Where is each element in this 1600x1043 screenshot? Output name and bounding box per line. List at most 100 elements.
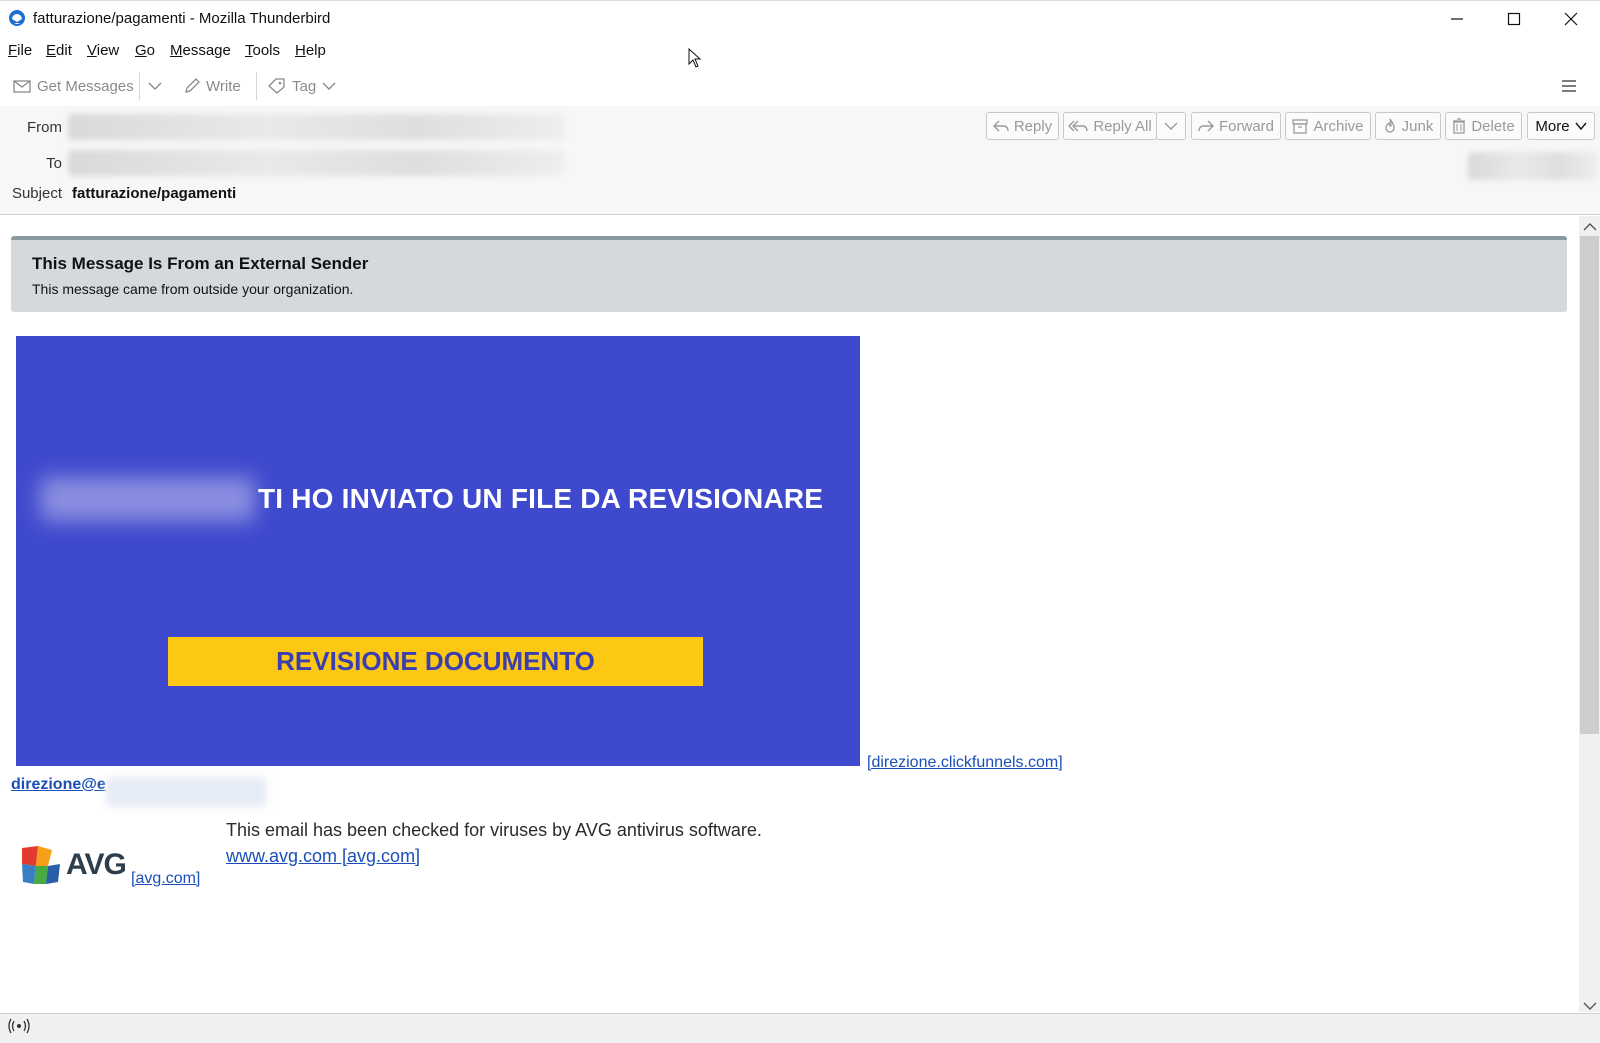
hero-link[interactable]: [direzione.clickfunnels.com] — [867, 754, 1063, 772]
minimize-icon — [1451, 18, 1463, 20]
external-sender-banner — [11, 236, 1567, 312]
chevron-up-icon — [1583, 223, 1597, 231]
flame-icon — [1385, 118, 1395, 133]
trash-icon — [1453, 118, 1466, 134]
menu-tools-label: ools — [252, 42, 281, 59]
menu-view-label: iew — [96, 42, 120, 59]
menu-bar — [0, 38, 1600, 66]
archive-icon — [1292, 119, 1309, 134]
tag-button[interactable]: Tag — [268, 74, 336, 98]
menu-go-accel: G — [135, 42, 147, 59]
get-messages-button[interactable]: Get Messages — [13, 74, 134, 98]
menu-file-label: ile — [17, 42, 33, 59]
email-redacted — [106, 777, 266, 807]
to-label: To — [46, 155, 62, 172]
hero-headline: TI HO INVIATO UN FILE DA REVISIONARE — [258, 483, 824, 514]
toolbar-separator — [139, 72, 140, 100]
subject-value: fatturazione/pagamenti — [72, 185, 237, 202]
menu-tools[interactable]: Tools — [245, 42, 280, 59]
chevron-down-icon — [148, 82, 162, 90]
status-bar — [0, 1013, 1600, 1043]
revisione-documento-button[interactable]: REVISIONE DOCUMENTO — [168, 637, 703, 686]
thunderbird-app-icon — [9, 10, 25, 26]
reply-all-dropdown[interactable] — [1156, 112, 1186, 140]
to-value-redacted — [68, 150, 564, 176]
more-button[interactable]: More — [1527, 112, 1595, 140]
from-label: From — [27, 119, 62, 136]
reply-all-icon — [1068, 120, 1089, 132]
menu-edit[interactable]: Edit — [46, 42, 72, 59]
write-button[interactable]: Write — [184, 74, 241, 98]
menu-view[interactable]: View — [87, 42, 119, 59]
online-status-icon[interactable] — [8, 1018, 30, 1037]
archive-button[interactable]: Archive — [1285, 112, 1371, 140]
menu-edit-label: dit — [56, 42, 72, 59]
get-messages-dropdown[interactable] — [148, 74, 162, 98]
external-sender-title: This Message Is From an External Sender — [32, 254, 369, 273]
chevron-down-icon — [1583, 1002, 1597, 1010]
avg-logo-link[interactable]: [avg.com] — [131, 870, 200, 888]
get-messages-label: Get Messages — [37, 77, 134, 95]
menu-file-accel: F — [8, 42, 18, 59]
junk-label: Junk — [1401, 117, 1434, 135]
maximize-button[interactable] — [1485, 0, 1543, 38]
menu-help-label: elp — [305, 42, 326, 59]
close-button[interactable] — [1542, 0, 1600, 38]
menu-view-accel: V — [87, 42, 97, 59]
mouse-cursor-icon — [688, 48, 702, 68]
hamburger-menu-icon — [1562, 80, 1576, 92]
chevron-down-icon — [1164, 122, 1178, 130]
menu-message[interactable]: Message — [170, 42, 231, 59]
reply-all-label: Reply All — [1093, 117, 1152, 135]
menu-help-accel: H — [295, 42, 306, 59]
menu-go[interactable]: Go — [135, 42, 155, 59]
reply-all-button[interactable]: Reply All — [1063, 112, 1157, 140]
scroll-up-button[interactable] — [1583, 219, 1597, 236]
broadcast-icon — [8, 1018, 30, 1034]
subject-label: Subject — [11, 185, 62, 202]
app-menu-button[interactable] — [1561, 74, 1577, 98]
external-sender-subtitle: This message came from outside your orga… — [32, 281, 354, 297]
junk-button[interactable]: Junk — [1375, 112, 1441, 140]
menu-message-accel: M — [170, 42, 183, 59]
close-icon — [1564, 12, 1578, 26]
menu-message-label: essage — [182, 42, 231, 59]
minimize-button[interactable] — [1428, 0, 1486, 38]
reply-label: Reply — [1013, 117, 1053, 135]
sender-email-link[interactable]: direzione@e — [11, 776, 106, 794]
forward-icon — [1198, 120, 1214, 132]
reply-icon — [992, 120, 1009, 132]
reply-button[interactable]: Reply — [986, 112, 1059, 140]
chevron-down-icon — [1575, 122, 1587, 131]
avg-logo[interactable]: AVG — [20, 844, 127, 886]
scrollbar-thumb[interactable] — [1580, 236, 1599, 734]
toolbar-separator — [256, 72, 257, 100]
tag-label: Tag — [292, 77, 317, 95]
avg-website-link[interactable]: www.avg.com [avg.com] — [226, 846, 420, 867]
menu-file[interactable]: File — [8, 42, 32, 59]
date-value-redacted — [1468, 152, 1598, 180]
chevron-down-icon — [322, 82, 336, 90]
menu-tools-accel: T — [245, 42, 253, 59]
forward-button[interactable]: Forward — [1191, 112, 1281, 140]
pencil-icon — [185, 78, 200, 93]
window-title: fatturazione/pagamenti - Mozilla Thunder… — [33, 10, 331, 27]
avg-logo-text: AVG — [66, 848, 127, 881]
from-value-redacted — [68, 114, 564, 140]
forward-label: Forward — [1218, 117, 1274, 135]
avg-notice-text: This email has been checked for viruses … — [226, 820, 762, 840]
write-label: Write — [206, 77, 241, 95]
phishing-hero-image[interactable] — [16, 336, 860, 766]
delete-label: Delete — [1471, 117, 1515, 135]
hero-name-redacted — [40, 477, 255, 521]
tag-icon — [268, 78, 285, 94]
menu-go-label: o — [146, 42, 156, 59]
menu-edit-accel: E — [46, 42, 57, 59]
avg-logo-icon — [22, 846, 60, 884]
maximize-icon — [1507, 12, 1521, 26]
envelope-download-icon — [13, 80, 31, 93]
menu-help[interactable]: Help — [295, 42, 326, 59]
more-label: More — [1535, 117, 1570, 135]
delete-button[interactable]: Delete — [1445, 112, 1522, 140]
archive-label: Archive — [1313, 117, 1364, 135]
